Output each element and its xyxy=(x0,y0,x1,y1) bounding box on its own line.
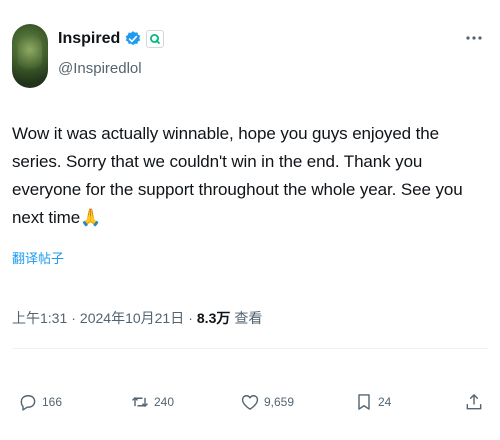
like-button[interactable]: 9,659 xyxy=(240,388,294,416)
tweet-card: Inspired @Inspiredlol Wow it was actuall… xyxy=(0,0,500,440)
meta-separator: · xyxy=(188,310,193,326)
praying-hands-icon: 🙏 xyxy=(80,208,102,227)
author-handle[interactable]: @Inspiredlol xyxy=(58,60,142,77)
author-name-line: Inspired xyxy=(58,28,165,50)
views-label: 查看 xyxy=(234,310,263,326)
more-horizontal-icon[interactable] xyxy=(464,30,484,46)
avatar[interactable] xyxy=(12,24,48,88)
repost-count: 240 xyxy=(154,395,175,409)
reply-count: 166 xyxy=(42,395,63,409)
display-name[interactable]: Inspired xyxy=(58,30,120,48)
bookmark-button[interactable]: 24 xyxy=(354,388,391,416)
bookmark-icon xyxy=(354,392,374,412)
action-bar: 166 240 9,659 24 xyxy=(12,388,488,416)
affiliate-badge-icon[interactable] xyxy=(146,30,165,48)
like-count: 9,659 xyxy=(264,395,295,409)
share-button[interactable] xyxy=(464,388,484,416)
translate-post-link[interactable]: 翻译帖子 xyxy=(12,248,64,267)
post-date[interactable]: 2024年10月21日 xyxy=(80,308,184,328)
reply-button[interactable]: 166 xyxy=(18,388,62,416)
tweet-text: Wow it was actually winnable, hope you g… xyxy=(12,120,482,232)
reply-icon xyxy=(18,392,38,412)
tweet-meta: 上午1:31 · 2024年10月21日 · 8.3万 查看 xyxy=(12,308,262,328)
meta-separator: · xyxy=(71,310,76,326)
heart-icon xyxy=(240,392,260,412)
bookmark-count: 24 xyxy=(378,395,392,409)
post-time[interactable]: 上午1:31 xyxy=(12,308,67,328)
share-icon xyxy=(464,392,484,412)
repost-button[interactable]: 240 xyxy=(130,388,174,416)
tweet-header: Inspired @Inspiredlol xyxy=(12,24,488,88)
repost-icon xyxy=(130,392,150,412)
views-count: 8.3万 xyxy=(196,310,231,326)
divider xyxy=(12,348,488,349)
verified-badge-icon xyxy=(124,30,142,48)
